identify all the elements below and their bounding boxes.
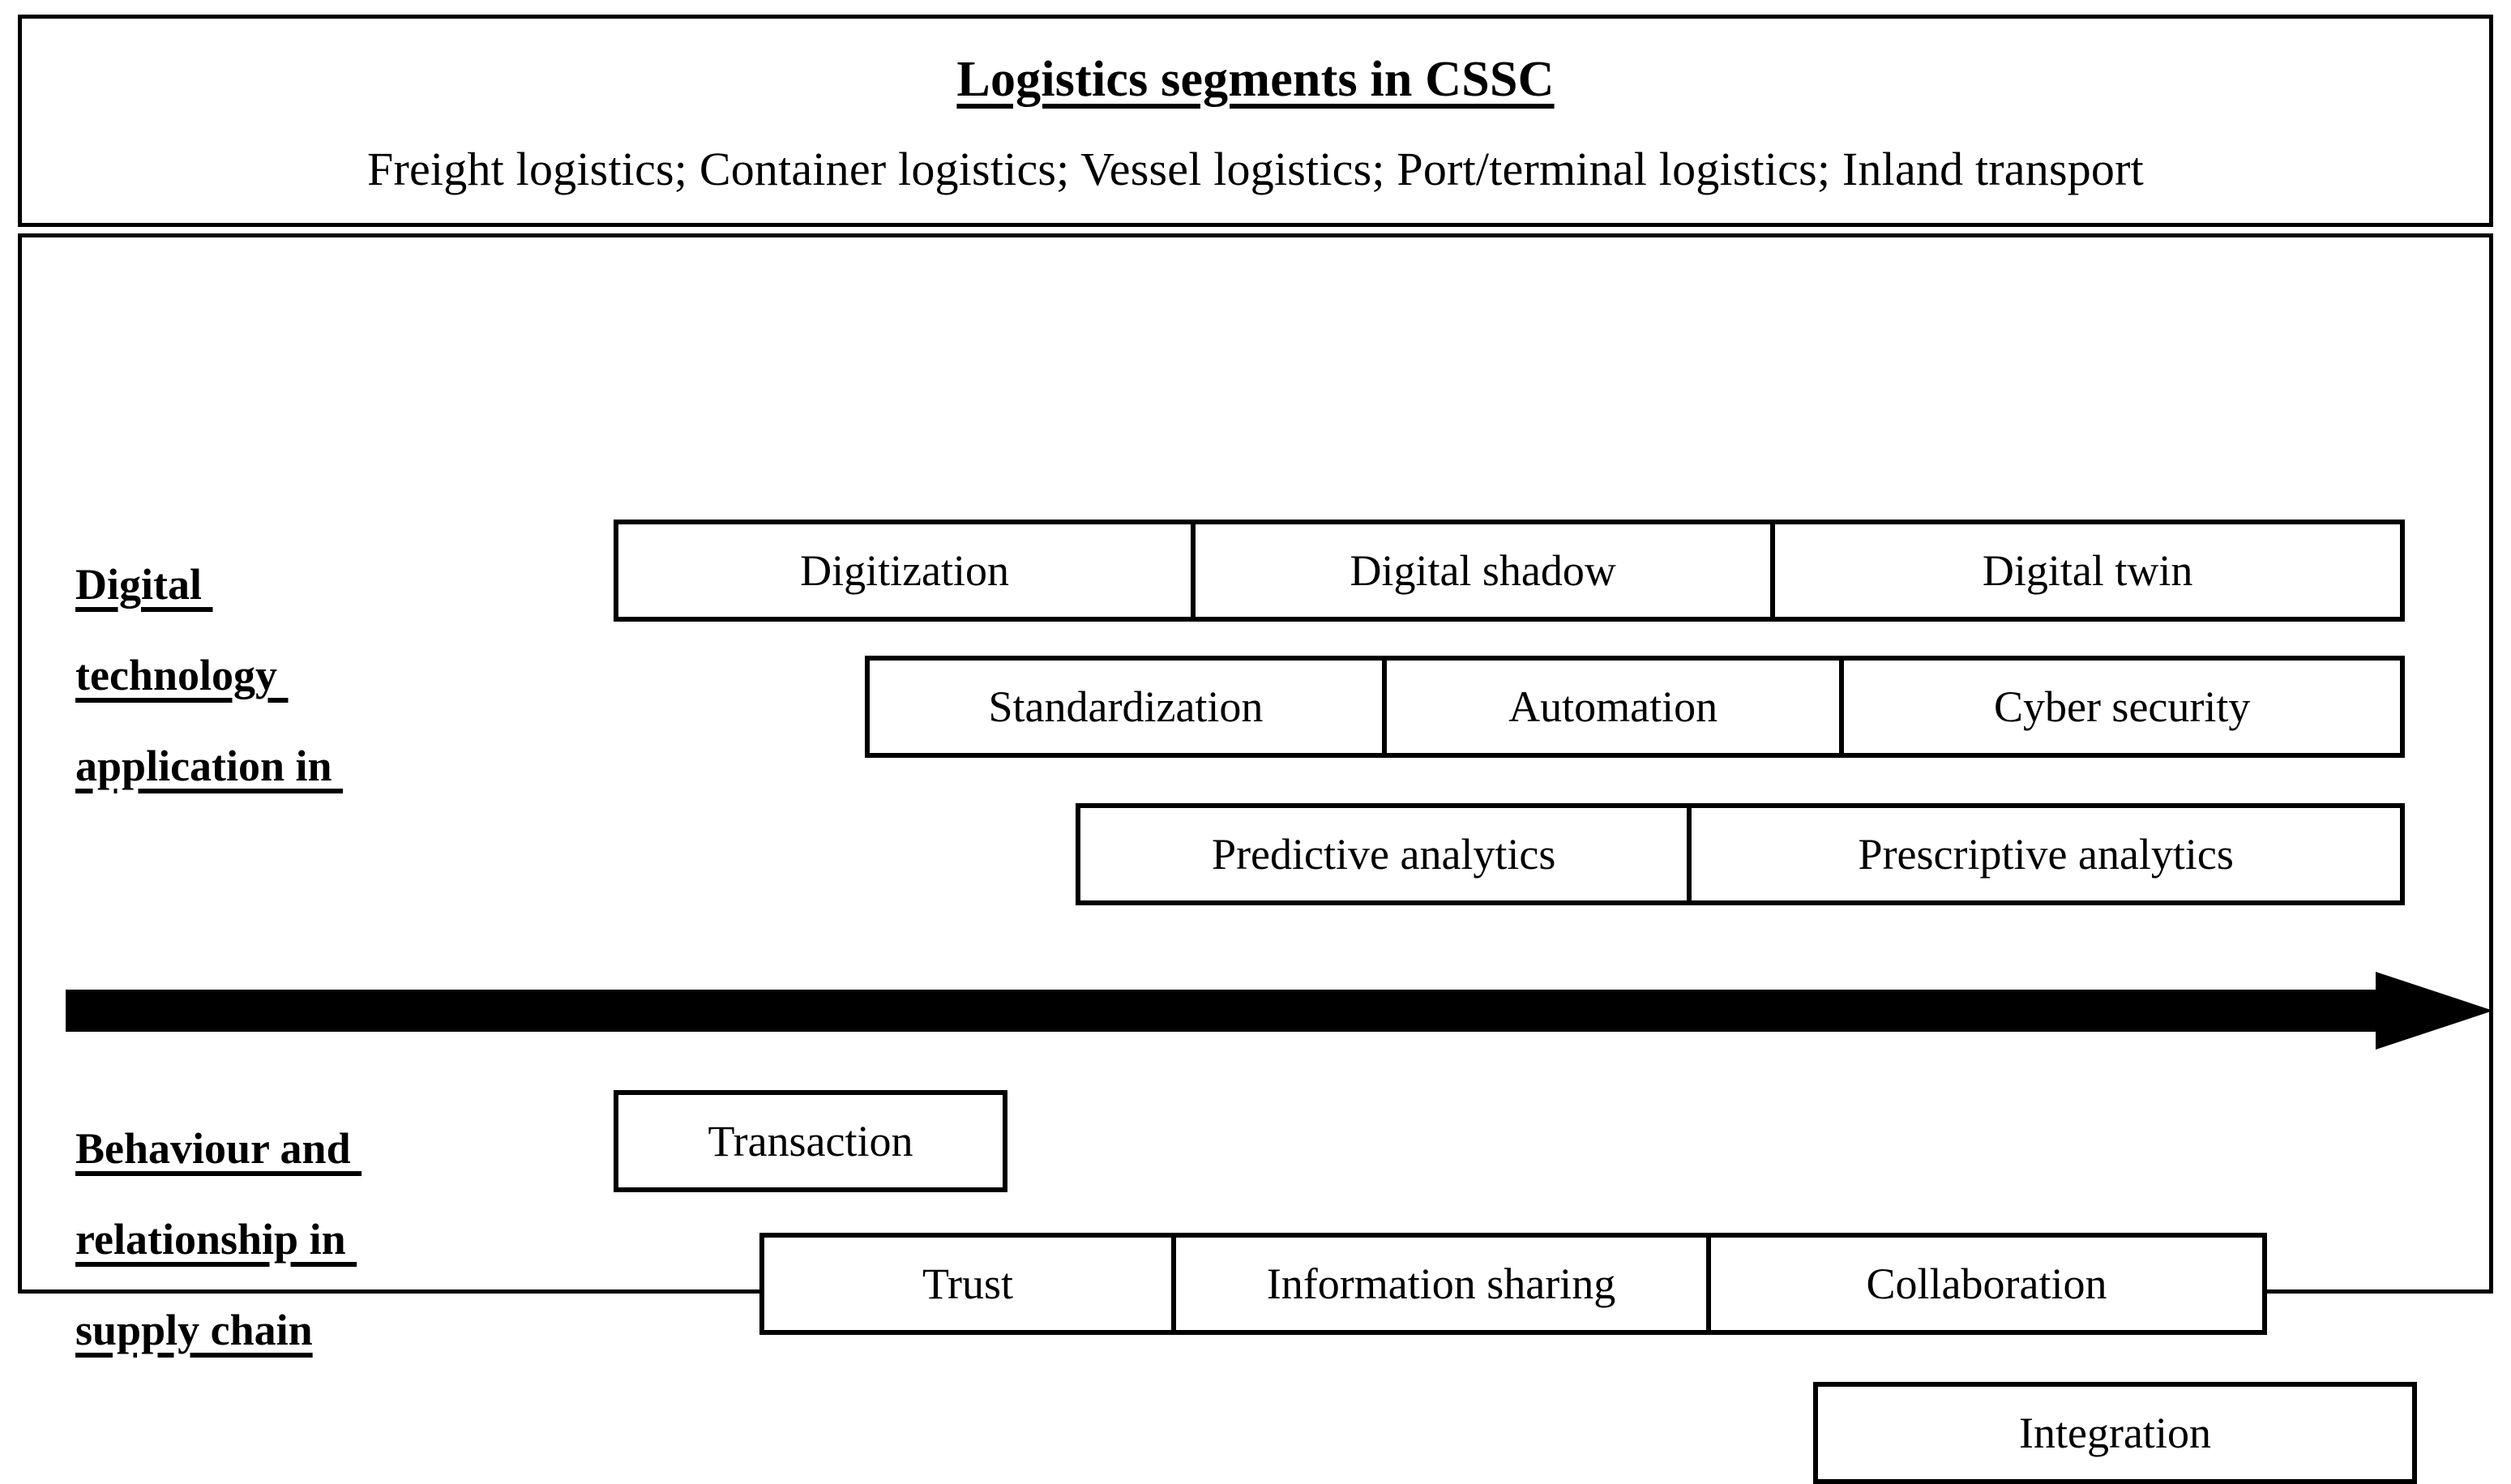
section-label-line-2: relationship in <box>75 1215 357 1264</box>
stage-box-trust[interactable]: Trust <box>764 1238 1176 1330</box>
stage-box-digitization[interactable]: Digitization <box>618 524 1196 617</box>
stage-box-prescriptive-analytics[interactable]: Prescriptive analytics <box>1692 808 2400 900</box>
section-label-line-1: Behaviour and <box>75 1124 362 1173</box>
stage-box-collaboration[interactable]: Collaboration <box>1711 1238 2262 1330</box>
body-panel: Digital technology application in Digiti… <box>18 233 2493 1484</box>
logistics-digitalization-figure: Logistics segments in CSSC Freight logis… <box>0 0 2511 1484</box>
stage-box-standardization[interactable]: Standardization <box>870 661 1387 753</box>
stage-row-analytics: Predictive analytics Prescriptive analyt… <box>1076 803 2405 905</box>
section-label-behaviour-relationship: Behaviour and relationship in supply cha… <box>75 1103 594 1375</box>
logistics-segments-list: Freight logistics; Container logistics; … <box>367 143 2144 195</box>
stage-box-transaction[interactable]: Transaction <box>618 1095 1003 1187</box>
stage-box-digital-shadow[interactable]: Digital shadow <box>1196 524 1776 617</box>
stage-box-automation[interactable]: Automation <box>1386 661 1845 753</box>
stage-box-cyber-security[interactable]: Cyber security <box>1844 661 2400 753</box>
stage-row-integration: Integration <box>1813 1382 2417 1484</box>
header-panel: Logistics segments in CSSC Freight logis… <box>18 15 2493 227</box>
section-label-line-3: supply chain <box>75 1306 313 1354</box>
stage-box-predictive-analytics[interactable]: Predictive analytics <box>1080 808 1692 900</box>
stage-box-digital-twin[interactable]: Digital twin <box>1775 524 2400 617</box>
section-label-line-1: Digital <box>75 560 213 609</box>
page-title: Logistics segments in CSSC <box>956 52 1555 107</box>
stage-row-relationship: Trust Information sharing Collaboration <box>759 1233 2267 1335</box>
section-label-line-2: technology <box>75 651 289 699</box>
section-label-digital-technology: Digital technology application in <box>75 539 594 811</box>
stage-row-digital-enablers: Standardization Automation Cyber securit… <box>865 656 2405 758</box>
stage-box-information-sharing[interactable]: Information sharing <box>1176 1238 1711 1330</box>
stage-row-digital-maturity: Digitization Digital shadow Digital twin <box>614 520 2405 622</box>
stage-box-integration[interactable]: Integration <box>1818 1387 2412 1479</box>
stage-row-transaction: Transaction <box>614 1090 1007 1192</box>
section-label-line-3: application in <box>75 742 344 790</box>
maturity-progression-arrow <box>66 972 2493 1050</box>
